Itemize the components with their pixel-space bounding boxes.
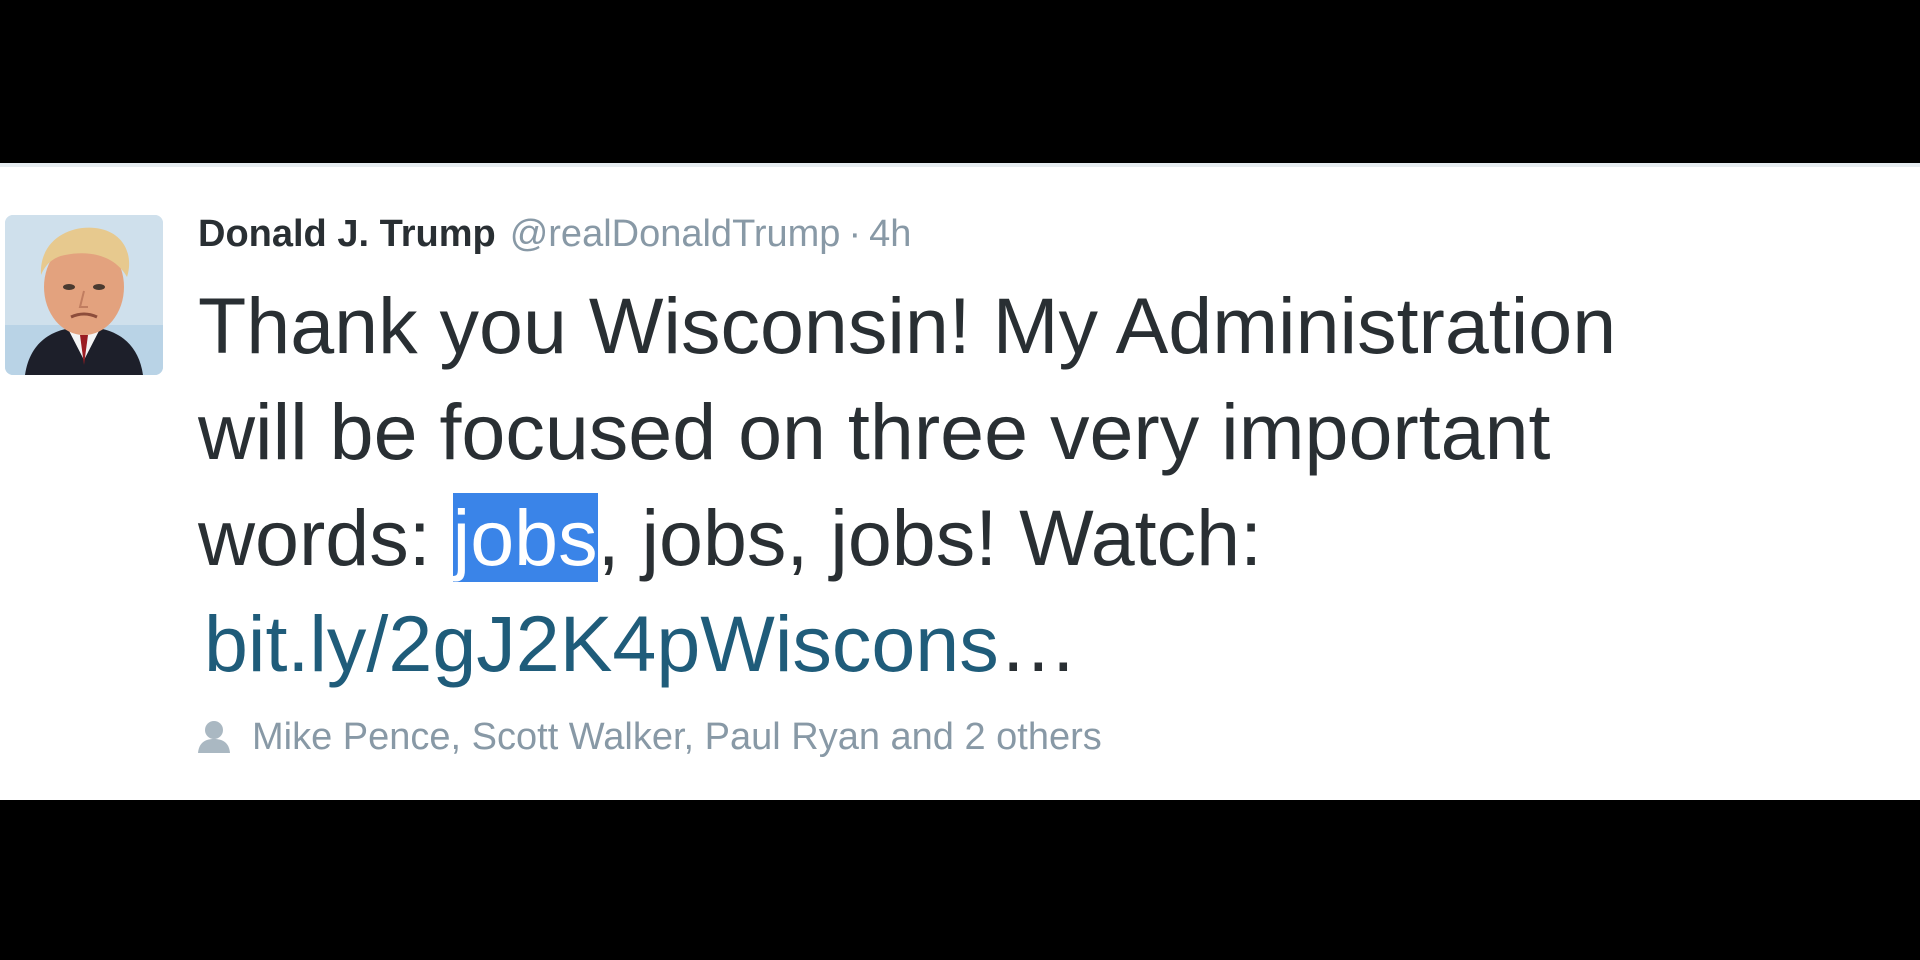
text-suffix: , jobs, jobs! Watch: <box>597 493 1263 582</box>
likers-text[interactable]: Mike Pence, Scott Walker, Paul Ryan and … <box>252 716 1102 759</box>
tweet-text-line-2: will be focused on three very important <box>198 387 1551 476</box>
person-icon <box>194 717 234 757</box>
tweet-text-line-3: words: jobs, jobs, jobs! Watch: <box>198 485 1898 591</box>
tweet-text: Thank you Wisconsin! My Administration w… <box>198 273 1898 697</box>
link-ellipsis: … <box>998 599 1078 688</box>
text-prefix: words: <box>198 493 453 582</box>
tweet-text-line-1: Thank you Wisconsin! My Administration <box>198 281 1617 370</box>
selected-text: jobs <box>452 493 598 582</box>
likers-row[interactable]: Mike Pence, Scott Walker, Paul Ryan and … <box>194 715 1102 759</box>
tweet-link[interactable]: bit.ly/2gJ2K4pWiscons <box>198 599 999 688</box>
separator-dot: · <box>848 213 862 255</box>
tweet-header: Donald J. Trump @realDonaldTrump · 4h <box>198 213 911 263</box>
video-frame: Donald J. Trump @realDonaldTrump · 4h Th… <box>0 0 1920 960</box>
display-name[interactable]: Donald J. Trump <box>198 213 496 256</box>
tweet-text-line-4: bit.ly/2gJ2K4pWiscons… <box>198 591 1898 697</box>
user-handle[interactable]: @realDonaldTrump <box>510 213 841 256</box>
avatar[interactable] <box>5 215 163 375</box>
tweet-card: Donald J. Trump @realDonaldTrump · 4h Th… <box>0 163 1920 800</box>
timestamp[interactable]: 4h <box>869 213 911 256</box>
profile-photo-icon <box>5 215 163 375</box>
